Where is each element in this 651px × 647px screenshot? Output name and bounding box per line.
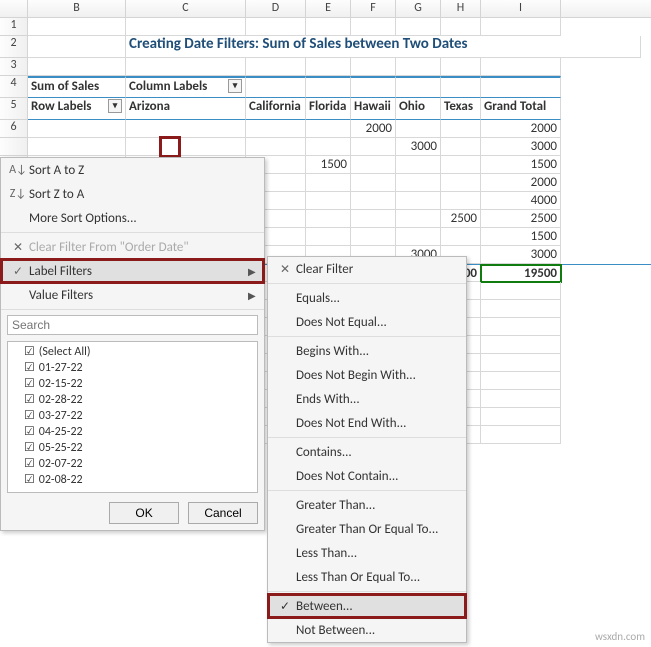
row-4: 4 Sum of Sales Column Labels▾	[0, 76, 651, 98]
corner-cell[interactable]	[0, 0, 28, 17]
row-header-4[interactable]: 4	[0, 76, 28, 98]
label-filters[interactable]: ✓Label Filters▶	[1, 259, 264, 283]
list-item[interactable]: 01-27-22	[10, 360, 255, 376]
submenu-does-not-contain[interactable]: Does Not Contain...	[268, 464, 466, 488]
column-labels-cell[interactable]: Column Labels▾	[126, 76, 246, 98]
col-ohio[interactable]: Ohio	[396, 98, 441, 120]
row-header-6[interactable]: 6	[0, 120, 28, 138]
list-item[interactable]: 03-27-22	[10, 408, 255, 424]
submenu-does-not-end-with[interactable]: Does Not End With...	[268, 411, 466, 435]
column-headers: B C D E F G H I	[0, 0, 651, 18]
sort-a-to-z[interactable]: A↓Sort A to Z	[1, 158, 264, 182]
col-grand-total[interactable]: Grand Total	[481, 98, 561, 120]
watermark: wsxdn.com	[595, 630, 645, 643]
list-item[interactable]: 02-08-22	[10, 472, 255, 488]
clear-filter-from[interactable]: ✕Clear Filter From "Order Date"	[1, 235, 264, 259]
col-florida[interactable]: Florida	[306, 98, 351, 120]
filter-checklist[interactable]: (Select All) 01-27-22 02-15-22 02-28-22 …	[7, 341, 258, 493]
list-item[interactable]: 04-25-22	[10, 424, 255, 440]
submenu-clear-filter[interactable]: ✕Clear Filter	[268, 257, 466, 281]
clear-filter-icon: ✕	[7, 240, 29, 255]
sort-z-to-a[interactable]: Z↓Sort Z to A	[1, 182, 264, 206]
row-2: 2 Creating Date Filters: Sum of Sales be…	[0, 36, 651, 58]
list-item[interactable]: 02-07-22	[10, 456, 255, 472]
row-6: 6 2000 2000	[0, 120, 651, 138]
row-1: 1	[0, 18, 651, 36]
row-labels-cell[interactable]: Row Labels▾	[28, 98, 126, 120]
col-header-B[interactable]: B	[28, 0, 126, 17]
check-icon: ✓	[274, 599, 296, 614]
col-header-E[interactable]: E	[306, 0, 351, 17]
submenu-ends-with[interactable]: Ends With...	[268, 387, 466, 411]
list-item[interactable]: 02-28-22	[10, 392, 255, 408]
label-filters-submenu: ✕Clear Filter Equals... Does Not Equal..…	[267, 256, 467, 643]
col-texas[interactable]: Texas	[441, 98, 481, 120]
selected-cell[interactable]: 19500	[481, 265, 561, 282]
chevron-right-icon: ▶	[248, 265, 258, 278]
col-hawaii[interactable]: Hawaii	[351, 98, 396, 120]
cancel-button[interactable]: Cancel	[188, 502, 258, 524]
col-header-I[interactable]: I	[481, 0, 561, 17]
value-filters[interactable]: Value Filters▶	[1, 283, 264, 307]
row-labels-filter-icon[interactable]: ▾	[108, 99, 122, 113]
list-item[interactable]: (Select All)	[10, 344, 255, 360]
row-header-2[interactable]: 2	[0, 36, 28, 58]
sum-of-sales-label[interactable]: Sum of Sales	[28, 76, 126, 98]
col-header-G[interactable]: G	[396, 0, 441, 17]
row-header-5[interactable]: 5	[0, 98, 28, 120]
search-row	[1, 312, 264, 338]
more-sort-options[interactable]: More Sort Options...	[1, 206, 264, 230]
list-item[interactable]: 05-25-22	[10, 440, 255, 456]
sort-za-icon: Z↓	[7, 187, 29, 201]
submenu-greater-than[interactable]: Greater Than...	[268, 493, 466, 517]
check-icon: ✓	[7, 264, 29, 279]
submenu-greater-than-or-equal[interactable]: Greater Than Or Equal To...	[268, 517, 466, 541]
row-header-1[interactable]: 1	[0, 18, 28, 36]
chevron-right-icon: ▶	[248, 289, 258, 302]
submenu-between[interactable]: ✓Between...	[268, 594, 466, 618]
search-input[interactable]	[7, 315, 258, 335]
submenu-not-between[interactable]: Not Between...	[268, 618, 466, 642]
row-5: 5 Row Labels▾ Arizona California Florida…	[0, 98, 651, 120]
col-arizona[interactable]: Arizona	[126, 98, 246, 120]
submenu-begins-with[interactable]: Begins With...	[268, 339, 466, 363]
ok-button[interactable]: OK	[109, 502, 179, 524]
row-header-3[interactable]: 3	[0, 58, 28, 76]
submenu-equals[interactable]: Equals...	[268, 286, 466, 310]
submenu-does-not-begin-with[interactable]: Does Not Begin With...	[268, 363, 466, 387]
filter-menu: A↓Sort A to Z Z↓Sort Z to A More Sort Op…	[0, 157, 265, 531]
submenu-contains[interactable]: Contains...	[268, 440, 466, 464]
submenu-less-than-or-equal[interactable]: Less Than Or Equal To...	[268, 565, 466, 589]
clear-filter-icon: ✕	[274, 262, 296, 277]
col-header-H[interactable]: H	[441, 0, 481, 17]
page-title: Creating Date Filters: Sum of Sales betw…	[126, 36, 561, 58]
col-header-F[interactable]: F	[351, 0, 396, 17]
sort-az-icon: A↓	[7, 163, 29, 177]
list-item[interactable]: 02-15-22	[10, 376, 255, 392]
submenu-does-not-equal[interactable]: Does Not Equal...	[268, 310, 466, 334]
submenu-less-than[interactable]: Less Than...	[268, 541, 466, 565]
col-header-D[interactable]: D	[246, 0, 306, 17]
col-california[interactable]: California	[246, 98, 306, 120]
row-3: 3	[0, 58, 651, 76]
column-labels-filter-icon[interactable]: ▾	[228, 79, 242, 93]
col-header-C[interactable]: C	[126, 0, 246, 17]
